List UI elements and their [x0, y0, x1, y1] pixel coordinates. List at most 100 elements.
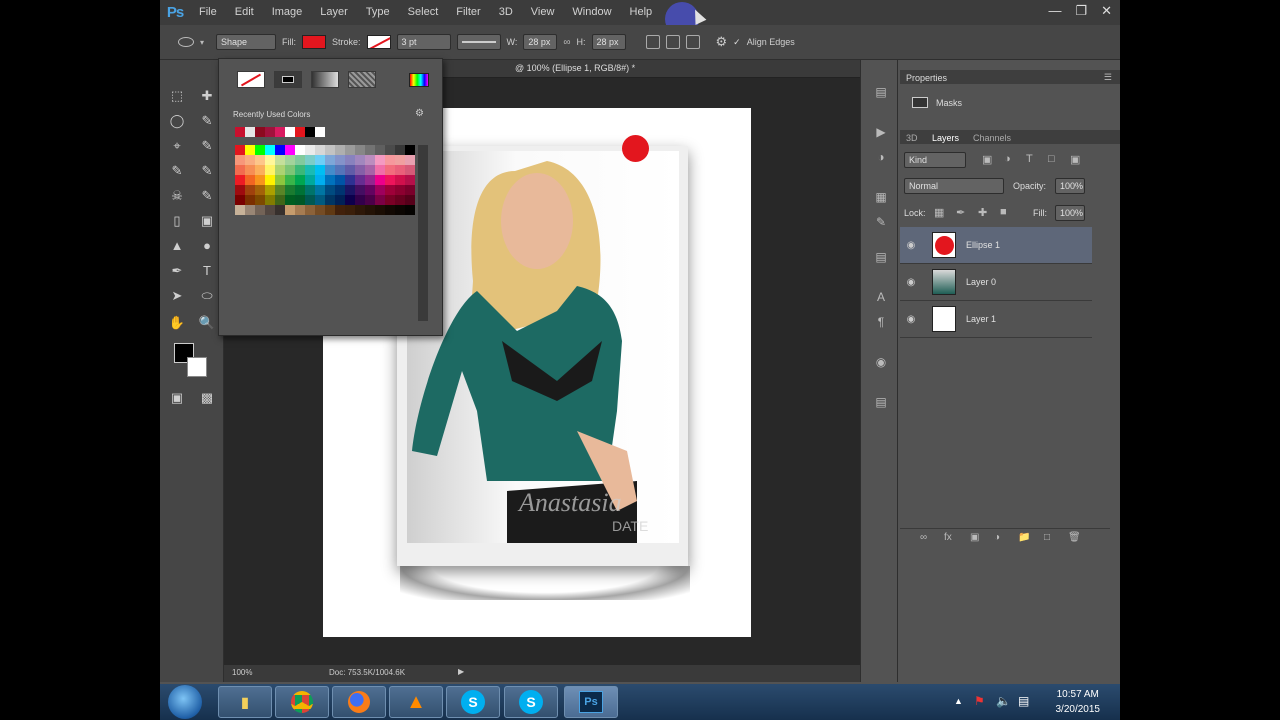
palette-swatch[interactable]: [385, 195, 395, 205]
layer-row-ellipse[interactable]: ◉ Ellipse 1: [900, 227, 1092, 264]
palette-swatch[interactable]: [365, 205, 375, 215]
path-alignment-icon[interactable]: [665, 35, 680, 49]
menu-help[interactable]: Help: [621, 0, 662, 25]
palette-swatch[interactable]: [235, 145, 245, 155]
palette-swatch[interactable]: [395, 155, 405, 165]
palette-swatch[interactable]: [255, 205, 265, 215]
no-color-button[interactable]: [237, 71, 265, 88]
height-field[interactable]: 28 px: [591, 34, 626, 50]
palette-swatch[interactable]: [295, 165, 305, 175]
move-tool-icon[interactable]: ✚: [196, 86, 218, 106]
palette-swatch[interactable]: [345, 165, 355, 175]
palette-swatch[interactable]: [355, 175, 365, 185]
palette-swatch[interactable]: [375, 205, 385, 215]
palette-swatch[interactable]: [265, 165, 275, 175]
swatch-scrollbar[interactable]: [418, 145, 428, 321]
palette-swatch[interactable]: [275, 205, 285, 215]
layer-name[interactable]: Layer 0: [966, 277, 996, 287]
path-select-tool-icon[interactable]: ➤: [166, 286, 188, 306]
palette-swatch[interactable]: [275, 195, 285, 205]
character-icon[interactable]: A: [874, 290, 888, 304]
recent-swatch[interactable]: [295, 127, 305, 137]
stroke-width-field[interactable]: 3 pt: [396, 34, 451, 50]
palette-swatch[interactable]: [395, 175, 405, 185]
palette-swatch[interactable]: [375, 145, 385, 155]
restore-icon[interactable]: ❐: [1075, 3, 1087, 19]
eyedropper-tool-icon[interactable]: ✎: [196, 136, 218, 156]
menu-window[interactable]: Window: [563, 0, 620, 25]
palette-swatch[interactable]: [405, 145, 415, 155]
palette-swatch[interactable]: [395, 205, 405, 215]
layer-row-layer1[interactable]: ◉ Layer 1: [900, 301, 1092, 338]
kind-filter-select[interactable]: Kind: [904, 152, 966, 168]
palette-swatch[interactable]: [325, 205, 335, 215]
brush-presets-icon[interactable]: ✎: [874, 215, 888, 229]
stamp-tool-icon[interactable]: ☠: [166, 186, 188, 206]
color-picker-icon[interactable]: [409, 73, 429, 87]
new-layer-icon[interactable]: □: [1044, 532, 1050, 543]
palette-swatch[interactable]: [395, 145, 405, 155]
solid-color-button[interactable]: [274, 71, 302, 88]
palette-swatch[interactable]: [295, 195, 305, 205]
palette-swatch[interactable]: [385, 185, 395, 195]
layer-row-layer0[interactable]: ◉ Layer 0: [900, 264, 1092, 301]
zoom-tool-icon[interactable]: 🔍: [196, 313, 218, 333]
menu-edit[interactable]: Edit: [226, 0, 263, 25]
palette-swatch[interactable]: [265, 205, 275, 215]
palette-swatch[interactable]: [305, 195, 315, 205]
recent-swatch[interactable]: [315, 127, 325, 137]
tab-layers[interactable]: Layers: [932, 133, 959, 143]
palette-swatch[interactable]: [265, 155, 275, 165]
lock-all-icon[interactable]: ■: [1000, 206, 1007, 218]
palette-swatch[interactable]: [365, 175, 375, 185]
ellipse-shape[interactable]: [622, 135, 649, 162]
palette-swatch[interactable]: [335, 155, 345, 165]
palette-swatch[interactable]: [335, 185, 345, 195]
palette-swatch[interactable]: [295, 145, 305, 155]
palette-swatch[interactable]: [355, 155, 365, 165]
fill-field[interactable]: 100%: [1055, 205, 1085, 221]
palette-swatch[interactable]: [255, 195, 265, 205]
palette-swatch[interactable]: [405, 185, 415, 195]
palette-swatch[interactable]: [365, 195, 375, 205]
path-operations-icon[interactable]: [645, 35, 660, 49]
start-button[interactable]: [168, 685, 202, 719]
palette-swatch[interactable]: [245, 145, 255, 155]
palette-swatch[interactable]: [395, 185, 405, 195]
timeline-icon[interactable]: ◉: [874, 355, 888, 369]
palette-swatch[interactable]: [305, 155, 315, 165]
palette-swatch[interactable]: [345, 205, 355, 215]
link-icon[interactable]: ∞: [563, 37, 570, 48]
palette-swatch[interactable]: [305, 165, 315, 175]
visibility-eye-icon[interactable]: ◉: [900, 277, 922, 288]
lasso-tool-icon[interactable]: ◯: [166, 111, 188, 131]
type-tool-icon[interactable]: T: [196, 261, 218, 281]
menu-file[interactable]: File: [190, 0, 226, 25]
menu-type[interactable]: Type: [357, 0, 399, 25]
link-layers-icon[interactable]: ∞: [920, 532, 927, 543]
palette-swatch[interactable]: [245, 195, 255, 205]
palette-swatch[interactable]: [345, 185, 355, 195]
stroke-swatch[interactable]: [366, 35, 391, 49]
menu-3d[interactable]: 3D: [490, 0, 522, 25]
palette-swatch[interactable]: [325, 145, 335, 155]
picker-gear-icon[interactable]: ⚙: [415, 108, 424, 119]
palette-swatch[interactable]: [395, 195, 405, 205]
minimize-icon[interactable]: —: [1048, 3, 1061, 19]
recent-swatch[interactable]: [305, 127, 315, 137]
pen-tool-icon[interactable]: ✒: [166, 261, 188, 281]
palette-swatch[interactable]: [235, 185, 245, 195]
palette-swatch[interactable]: [385, 175, 395, 185]
filter-adjust-icon[interactable]: ◑: [1004, 153, 1011, 165]
palette-swatch[interactable]: [375, 155, 385, 165]
delete-layer-icon[interactable]: 🗑: [1068, 532, 1081, 543]
palette-swatch[interactable]: [235, 165, 245, 175]
palette-swatch[interactable]: [295, 185, 305, 195]
palette-swatch[interactable]: [365, 165, 375, 175]
menu-view[interactable]: View: [522, 0, 564, 25]
palette-swatch[interactable]: [255, 185, 265, 195]
palette-swatch[interactable]: [265, 175, 275, 185]
palette-swatch[interactable]: [355, 165, 365, 175]
layer-name[interactable]: Ellipse 1: [966, 240, 1000, 250]
palette-swatch[interactable]: [345, 145, 355, 155]
